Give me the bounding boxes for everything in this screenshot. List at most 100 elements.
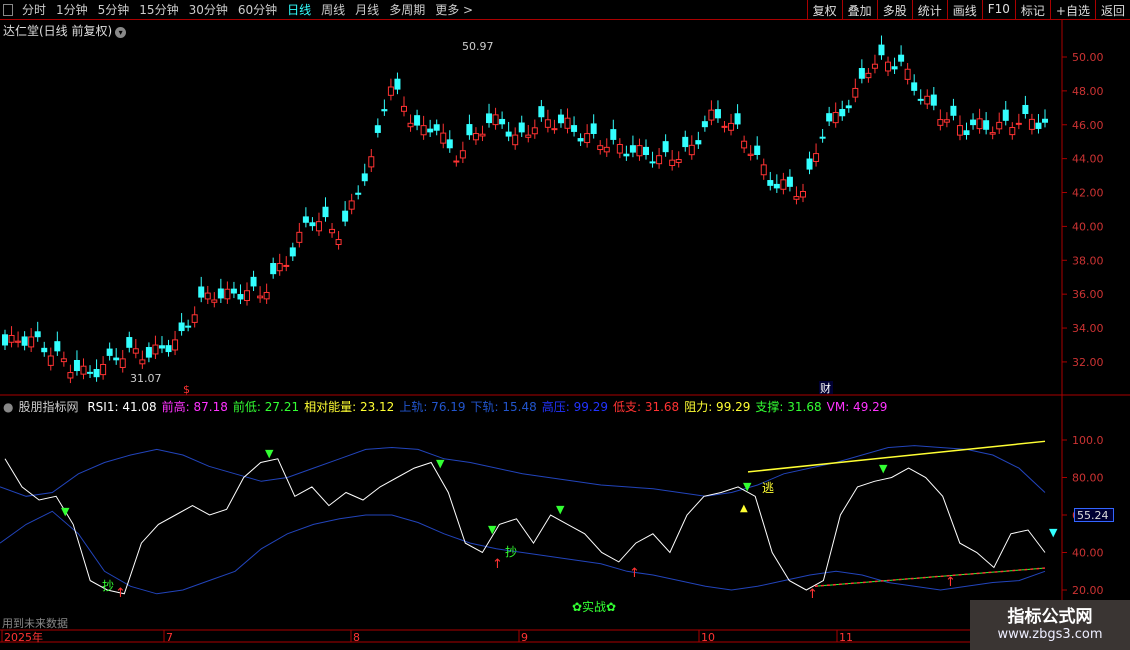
- candle-body: [152, 344, 159, 355]
- candle-body: [387, 86, 394, 96]
- lower-band: [0, 510, 1046, 595]
- candle-body: [989, 132, 996, 135]
- candle-body: [289, 247, 296, 257]
- candle-body: [708, 109, 715, 121]
- candle-body: [518, 122, 525, 133]
- candle-body: [453, 160, 460, 163]
- indicator-value: 相对能量: 23.12: [304, 400, 395, 414]
- high-label: 50.97: [462, 40, 494, 53]
- indicator-header: ● 股朋指标网 RSI1: 41.08 前高: 87.18 前低: 27.21 相对能量…: [3, 398, 892, 415]
- candle-body: [41, 347, 48, 353]
- candle-body: [898, 54, 905, 62]
- candle-body: [760, 164, 767, 176]
- up-arrow-icon: ↑: [629, 566, 640, 581]
- candle-body: [198, 286, 205, 298]
- candle-body: [479, 133, 486, 137]
- candle-body: [1009, 127, 1016, 136]
- candle-body: [230, 288, 237, 294]
- price-tick-label: 46.00: [1072, 119, 1104, 132]
- candle-body: [728, 122, 735, 131]
- resistance-line: [747, 440, 1046, 473]
- time-label: 7: [166, 631, 173, 644]
- future-data-note: 用到未来数据: [2, 617, 68, 630]
- candle-body: [433, 124, 440, 131]
- candle-body: [28, 336, 35, 348]
- chao-label: 抄: [505, 545, 517, 559]
- candle-body: [656, 155, 663, 165]
- candle-body: [636, 145, 643, 157]
- candle-body: [302, 216, 309, 223]
- candle-body: [472, 133, 479, 141]
- candle-body: [544, 119, 551, 128]
- candle-body: [773, 183, 780, 189]
- candle-body: [139, 359, 146, 365]
- down-triangle-icon: ▼: [879, 462, 888, 475]
- candle-body: [1035, 122, 1042, 129]
- candle-body: [1042, 118, 1048, 123]
- up-arrow-icon: ↑: [807, 587, 818, 602]
- down-triangle-icon: ▼: [436, 457, 445, 470]
- candle-body: [93, 368, 100, 378]
- candle-body: [368, 156, 375, 168]
- candle-body: [1028, 118, 1035, 130]
- candle-body: [865, 72, 872, 79]
- current-value-label: 55.24: [1074, 508, 1114, 522]
- candle-body: [603, 146, 610, 153]
- candle-body: [930, 94, 937, 106]
- candle-body: [126, 337, 133, 348]
- down-triangle-icon: ▼: [743, 480, 752, 493]
- indicator-value: 下轨: 15.48: [470, 400, 537, 414]
- price-tick-label: 48.00: [1072, 85, 1104, 98]
- candle-body: [832, 111, 839, 124]
- candle-body: [309, 222, 316, 227]
- price-tick-label: 36.00: [1072, 288, 1104, 301]
- candle-body: [257, 295, 264, 299]
- candle-body: [937, 119, 944, 126]
- candle-body: [374, 125, 381, 133]
- candle-body: [217, 288, 224, 299]
- down-triangle-icon: ▼: [265, 447, 274, 460]
- candle-body: [793, 196, 800, 200]
- candle-body: [525, 134, 532, 138]
- time-label: 2025年: [4, 630, 43, 644]
- candle-body: [67, 372, 74, 379]
- dollar-marker: $: [183, 383, 190, 396]
- candle-body: [590, 123, 597, 134]
- candle-body: [80, 365, 87, 375]
- candle-body: [852, 87, 859, 98]
- candle-body: [106, 348, 113, 356]
- indicator-value: VM: 49.29: [826, 400, 888, 414]
- indicator-name[interactable]: 股朋指标网: [18, 400, 78, 414]
- candle-body: [250, 276, 257, 287]
- candle-body: [440, 132, 447, 144]
- candle-body: [1002, 109, 1009, 121]
- time-label: 9: [521, 631, 528, 644]
- indicator-value: 上轨: 76.19: [399, 400, 466, 414]
- candle-body: [597, 145, 604, 151]
- candle-body: [826, 113, 833, 122]
- indicator-value: 低支: 31.68: [612, 400, 680, 414]
- candle-body: [767, 180, 774, 186]
- candle-body: [531, 127, 538, 135]
- chart-canvas[interactable]: 50.00 48.00 46.00 44.00 42.00 40.00 38.00 36.00…: [0, 0, 1130, 650]
- candle-body: [891, 66, 898, 70]
- candle-body: [407, 122, 414, 128]
- candle-body: [701, 121, 708, 128]
- indicator-menu-icon[interactable]: ●: [3, 400, 13, 414]
- candle-body: [806, 158, 813, 170]
- candle-body: [492, 114, 499, 126]
- candle-body: [355, 192, 362, 195]
- candle-body: [394, 78, 401, 90]
- candle-body: [819, 136, 826, 139]
- candle-body: [564, 117, 571, 129]
- candle-body: [839, 109, 846, 117]
- candle-body: [996, 121, 1003, 130]
- tao-label: 逃: [762, 481, 774, 495]
- candle-body: [34, 331, 41, 338]
- candle-body: [629, 145, 636, 153]
- candle-body: [669, 159, 676, 166]
- up-arrow-icon: ↑: [945, 575, 956, 590]
- candle-body: [8, 334, 15, 343]
- time-label: 10: [701, 631, 715, 644]
- down-triangle-icon: ▼: [488, 523, 497, 536]
